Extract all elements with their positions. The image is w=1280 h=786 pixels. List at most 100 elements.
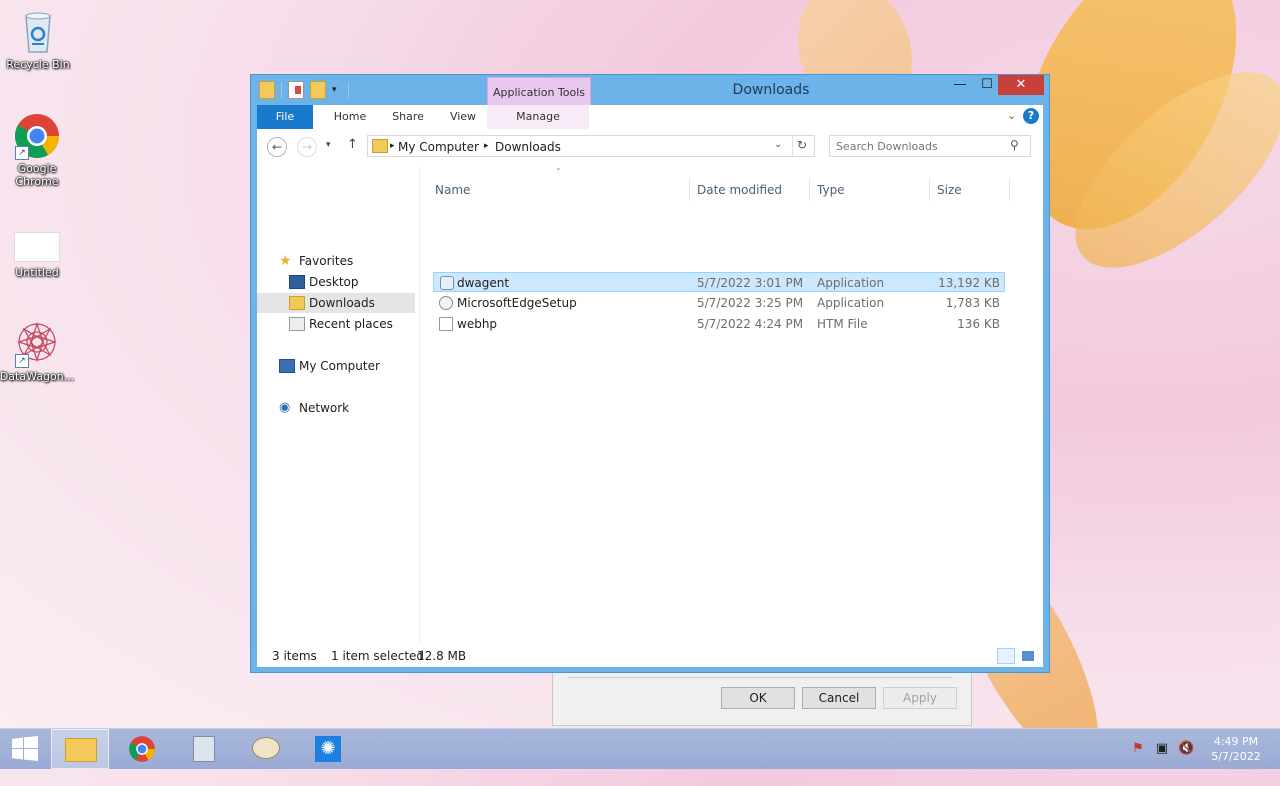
action-center-flag-icon[interactable]: ⚑ — [1130, 741, 1146, 757]
taskbar-calculator[interactable] — [175, 729, 233, 769]
quick-access-toolbar: ▾ — [259, 81, 349, 99]
address-dropdown-icon[interactable]: ⌄ — [774, 139, 782, 150]
nav-item-favorites[interactable]: ★ Favorites — [257, 251, 415, 271]
sun-icon: ✺ — [315, 736, 341, 762]
nav-item-label: My Computer — [299, 359, 380, 373]
shortcut-arrow-icon: ↗ — [15, 146, 29, 160]
file-type: Application — [817, 276, 885, 290]
minimize-button[interactable]: — — [946, 75, 974, 95]
installer-icon — [439, 296, 453, 310]
title-bar[interactable]: ▾ Application Tools Downloads — ☐ ✕ — [251, 75, 1049, 106]
taskbar-chrome[interactable] — [113, 729, 171, 769]
ok-button[interactable]: OK — [721, 687, 795, 709]
breadcrumb-downloads[interactable]: Downloads — [495, 140, 561, 154]
refresh-icon[interactable]: ↻ — [797, 138, 807, 152]
file-size: 136 KB — [957, 317, 1000, 331]
desktop-icon-label: DataWagon... — [0, 370, 75, 383]
calculator-icon — [193, 736, 215, 762]
maximize-button[interactable]: ☐ — [973, 75, 1001, 95]
volume-muted-icon[interactable]: 🔇 — [1178, 741, 1194, 757]
address-bar[interactable]: ▸ My Computer ▸ Downloads ⌄ ↻ — [367, 135, 815, 157]
tab-view[interactable]: View — [437, 105, 489, 129]
breadcrumb-separator: ▸ — [484, 141, 489, 151]
expand-ribbon-icon[interactable]: ⌄ — [1007, 109, 1016, 122]
file-size: 1,783 KB — [945, 296, 1000, 310]
search-input[interactable] — [830, 136, 1012, 156]
taskbar-file-explorer[interactable] — [51, 729, 109, 769]
qat-dropdown-icon[interactable]: ▾ — [332, 82, 342, 98]
recent-locations-icon[interactable]: ▾ — [326, 140, 331, 150]
desktop-icon-label: Recycle Bin — [6, 58, 70, 71]
desktop-icon-label: Untitled — [15, 266, 59, 279]
file-row-webhp[interactable]: webhp 5/7/2022 4:24 PM HTM File 136 KB — [433, 314, 1005, 334]
folder-down-icon[interactable] — [259, 81, 275, 99]
column-separator — [929, 179, 930, 201]
navigation-pane: ★ Favorites Desktop Downloads Recent pla… — [257, 167, 417, 645]
downloads-folder-icon — [289, 296, 305, 310]
status-selection-size: 12.8 MB — [417, 649, 467, 663]
desktop-icon-untitled[interactable]: Untitled — [0, 232, 75, 279]
file-row-dwagent[interactable]: dwagent 5/7/2022 3:01 PM Application 13,… — [433, 272, 1005, 292]
file-type: HTM File — [817, 317, 868, 331]
nav-item-label: Desktop — [309, 275, 359, 289]
tab-manage[interactable]: Manage — [487, 105, 589, 129]
help-icon[interactable]: ? — [1023, 108, 1039, 124]
tab-home[interactable]: Home — [321, 105, 379, 129]
file-name: MicrosoftEdgeSetup — [457, 296, 577, 310]
desktop-icon — [289, 275, 305, 289]
back-button[interactable]: ← — [267, 137, 287, 157]
ribbon-tabs: File Home Share View Manage ⌄ ? — [257, 105, 1043, 130]
status-bar: 3 items 1 item selected 12.8 MB — [257, 645, 1043, 667]
nav-item-recent-places[interactable]: Recent places — [257, 314, 415, 334]
recycle-bin-icon — [14, 8, 62, 56]
application-tools-tab-group: Application Tools — [487, 77, 591, 106]
large-icons-view-button[interactable] — [1019, 648, 1037, 664]
file-date: 5/7/2022 3:25 PM — [697, 296, 804, 310]
desktop-icon-datawagon[interactable]: ↗ DataWagon... — [0, 320, 75, 383]
chrome-icon — [129, 736, 155, 762]
desktop-icon-label: Google Chrome — [15, 162, 59, 188]
forward-button[interactable]: → — [297, 137, 317, 157]
new-folder-icon[interactable] — [310, 81, 326, 99]
breadcrumb-separator: ▸ — [390, 141, 395, 151]
column-header-date-modified[interactable]: Date modified — [697, 179, 807, 201]
nav-item-label: Recent places — [309, 317, 393, 331]
taskbar-paint[interactable] — [237, 729, 295, 769]
chrome-icon: ↗ — [13, 112, 61, 160]
apply-button[interactable]: Apply — [883, 687, 957, 709]
content-area: ★ Favorites Desktop Downloads Recent pla… — [257, 167, 1043, 645]
nav-item-downloads[interactable]: Downloads — [257, 293, 415, 313]
desktop-icon-recycle-bin[interactable]: Recycle Bin — [0, 8, 76, 71]
file-row-microsoftedgesetup[interactable]: MicrosoftEdgeSetup 5/7/2022 3:25 PM Appl… — [433, 293, 1005, 313]
nav-item-network[interactable]: ◉ Network — [257, 398, 415, 418]
tab-file[interactable]: File — [257, 105, 313, 129]
up-icon[interactable]: ↑ — [347, 137, 358, 152]
column-header-name[interactable]: Name — [435, 179, 685, 201]
start-button[interactable] — [0, 729, 50, 769]
properties-icon[interactable] — [288, 81, 304, 99]
nav-item-desktop[interactable]: Desktop — [257, 272, 415, 292]
details-view-button[interactable] — [997, 648, 1015, 664]
recent-places-icon — [289, 317, 305, 331]
nav-item-label: Network — [299, 401, 350, 415]
close-button[interactable]: ✕ — [998, 75, 1044, 95]
tab-share[interactable]: Share — [379, 105, 437, 129]
navigation-bar: ← → ▾ ↑ ▸ My Computer ▸ Downloads ⌄ ↻ ⚲ — [257, 129, 1043, 167]
nav-item-my-computer[interactable]: My Computer — [257, 356, 415, 376]
taskbar-clock[interactable]: 4:49 PM 5/7/2022 — [1204, 734, 1268, 764]
network-status-icon[interactable]: ▣ — [1154, 741, 1170, 757]
file-size: 13,192 KB — [938, 276, 1000, 290]
file-explorer-icon — [65, 738, 97, 762]
search-icon[interactable]: ⚲ — [1010, 138, 1019, 152]
cancel-button[interactable]: Cancel — [802, 687, 876, 709]
pane-divider[interactable] — [419, 167, 420, 645]
computer-icon — [279, 359, 295, 373]
status-item-count: 3 items — [272, 649, 317, 663]
taskbar-app-blue[interactable]: ✺ — [299, 729, 357, 769]
breadcrumb-my-computer[interactable]: My Computer — [398, 140, 479, 154]
column-header-size[interactable]: Size — [937, 179, 1007, 201]
desktop-icon-google-chrome[interactable]: ↗ Google Chrome — [0, 112, 75, 188]
dialog-divider — [567, 677, 953, 678]
column-header-type[interactable]: Type — [817, 179, 927, 201]
file-name: webhp — [457, 317, 498, 331]
